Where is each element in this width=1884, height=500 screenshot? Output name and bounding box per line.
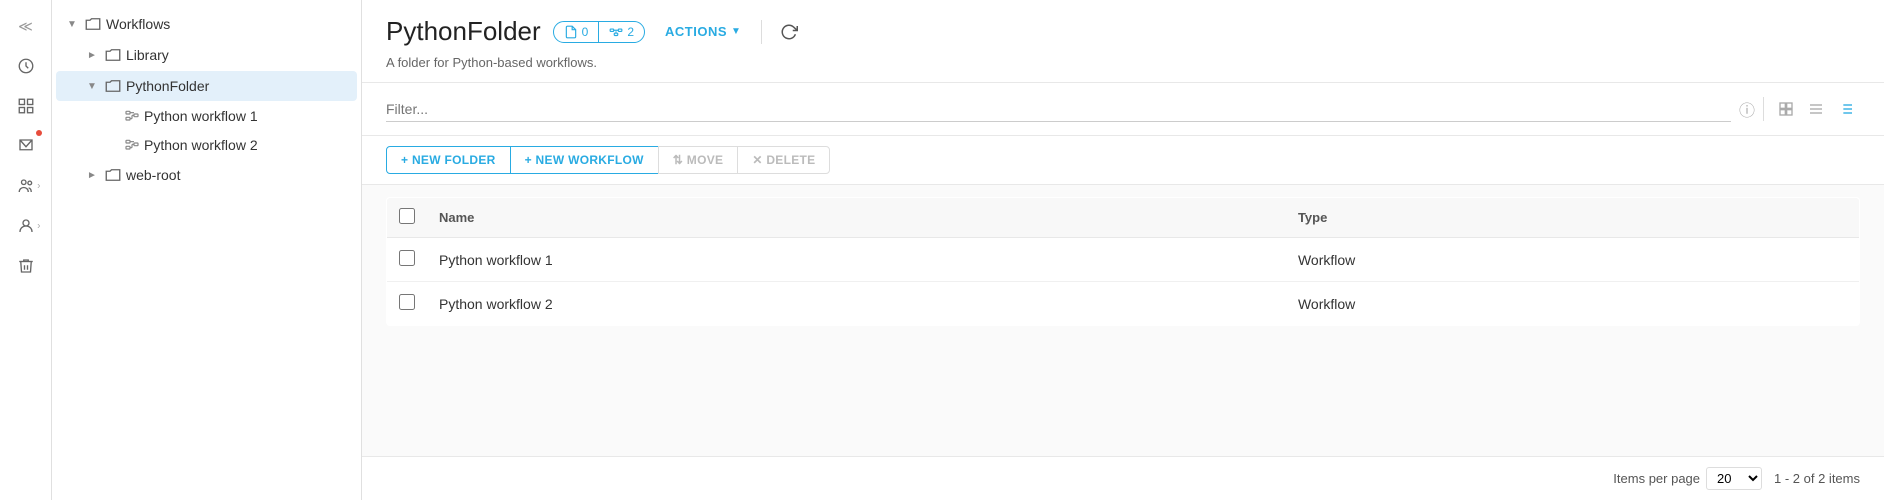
sidebar-label-pythonfolder: PythonFolder [126,78,349,94]
sidebar-label-web-root: web-root [126,167,349,183]
new-workflow-button[interactable]: + NEW WORKFLOW [510,146,659,174]
sidebar: ▼ Workflows ► Library ▼ PythonFolder Pyt… [52,0,362,500]
move-label: ⇅ MOVE [673,153,724,167]
trash-icon-button[interactable] [8,248,44,284]
row-checkbox-cell [387,238,428,282]
no-expand-icon [104,108,120,124]
sidebar-label-python-workflow-1: Python workflow 1 [144,108,349,124]
expand-library-icon: ► [84,47,100,63]
view-icons [1772,95,1860,123]
page-info: 1 - 2 of 2 items [1774,471,1860,486]
detail-list-icon [1838,101,1854,117]
sidebar-item-workflows[interactable]: ▼ Workflows [56,9,357,39]
workflow-icon [124,137,140,153]
workflow-badge-icon [609,25,623,39]
team-icon-button[interactable]: › [8,168,44,204]
per-page-select: Items per page 20 50 100 [1613,467,1762,490]
checkbox-header [387,198,428,238]
workflow-icon [124,108,140,124]
sidebar-item-web-root[interactable]: ► web-root [56,160,357,190]
table-row: Python workflow 2 Workflow [387,282,1860,326]
refresh-button[interactable] [774,17,804,47]
table-row: Python workflow 1 Workflow [387,238,1860,282]
name-column-header: Name [427,198,1286,238]
badge-workflows: 2 [599,22,644,42]
actions-chevron-icon: ▼ [731,26,741,37]
select-all-checkbox[interactable] [399,208,415,224]
collapse-sidebar-button[interactable]: ≪ [8,8,44,44]
list-icon [1808,101,1824,117]
sidebar-label-library: Library [126,47,349,63]
move-button[interactable]: ⇅ MOVE [658,146,739,174]
row-name-cell: Python workflow 1 [427,238,1286,282]
workflows-table: Name Type Python workflow 1 Workflow Pyt… [386,197,1860,326]
sidebar-item-library[interactable]: ► Library [56,40,357,70]
table-header-row: Name Type [387,198,1860,238]
new-folder-label: + NEW FOLDER [401,153,496,167]
type-column-header: Type [1286,198,1860,238]
icon-bar: ≪ › › [0,0,52,500]
header-top: PythonFolder 0 2 ACTIONS ▼ [386,16,1860,47]
page-title: PythonFolder [386,16,541,47]
row-checkbox[interactable] [399,294,415,310]
toolbar: + NEW FOLDER + NEW WORKFLOW ⇅ MOVE ✕ DEL… [362,136,1884,185]
expand-workflows-icon: ▼ [64,16,80,32]
table-body: Python workflow 1 Workflow Python workfl… [387,238,1860,326]
sidebar-label-workflows: Workflows [106,16,349,32]
badge-files: 0 [554,22,599,42]
row-type-cell: Workflow [1286,238,1860,282]
folder-icon [104,166,122,184]
library-icon-button[interactable] [8,88,44,124]
row-checkbox[interactable] [399,250,415,266]
expand-webroot-icon: ► [84,167,100,183]
row-name-cell: Python workflow 2 [427,282,1286,326]
new-workflow-label: + NEW WORKFLOW [525,153,644,167]
detail-view-button[interactable] [1832,95,1860,123]
table-area: Name Type Python workflow 1 Workflow Pyt… [362,185,1884,456]
main-content: PythonFolder 0 2 ACTIONS ▼ A f [362,0,1884,500]
filter-input-wrap [386,97,1731,122]
user-icon-button[interactable]: › [8,208,44,244]
delete-button[interactable]: ✕ DELETE [737,146,830,174]
sidebar-item-pythonfolder[interactable]: ▼ PythonFolder [56,71,357,101]
folder-icon [104,46,122,64]
filter-area: ⓘ [362,83,1884,136]
row-checkbox-cell [387,282,428,326]
badge-workflows-count: 2 [627,25,634,39]
table-view-button[interactable] [1802,95,1830,123]
badge-files-count: 0 [582,25,589,39]
folder-icon [84,15,102,33]
header-vertical-divider [761,20,762,44]
view-divider [1763,97,1764,121]
messages-icon-button[interactable] [8,128,44,164]
sidebar-item-python-workflow-1[interactable]: Python workflow 1 [56,102,357,130]
actions-label: ACTIONS [665,24,727,39]
badge-group: 0 2 [553,21,645,43]
actions-button[interactable]: ACTIONS ▼ [657,20,749,43]
folder-icon [104,77,122,95]
filter-input[interactable] [386,97,1731,122]
file-icon [564,25,578,39]
main-header: PythonFolder 0 2 ACTIONS ▼ A f [362,0,1884,83]
per-page-dropdown[interactable]: 20 50 100 [1706,467,1762,490]
expand-pythonfolder-icon: ▼ [84,78,100,94]
sidebar-label-python-workflow-2: Python workflow 2 [144,137,349,153]
sidebar-item-python-workflow-2[interactable]: Python workflow 2 [56,131,357,159]
new-folder-button[interactable]: + NEW FOLDER [386,146,511,174]
info-icon[interactable]: ⓘ [1739,97,1755,121]
table-footer: Items per page 20 50 100 1 - 2 of 2 item… [362,456,1884,500]
row-type-cell: Workflow [1286,282,1860,326]
items-per-page-label: Items per page [1613,471,1700,486]
no-expand-icon [104,137,120,153]
grid-icon [1778,101,1794,117]
grid-view-button[interactable] [1772,95,1800,123]
delete-label: ✕ DELETE [752,153,815,167]
history-icon-button[interactable] [8,48,44,84]
folder-description: A folder for Python-based workflows. [386,55,1860,70]
refresh-icon [780,23,798,41]
